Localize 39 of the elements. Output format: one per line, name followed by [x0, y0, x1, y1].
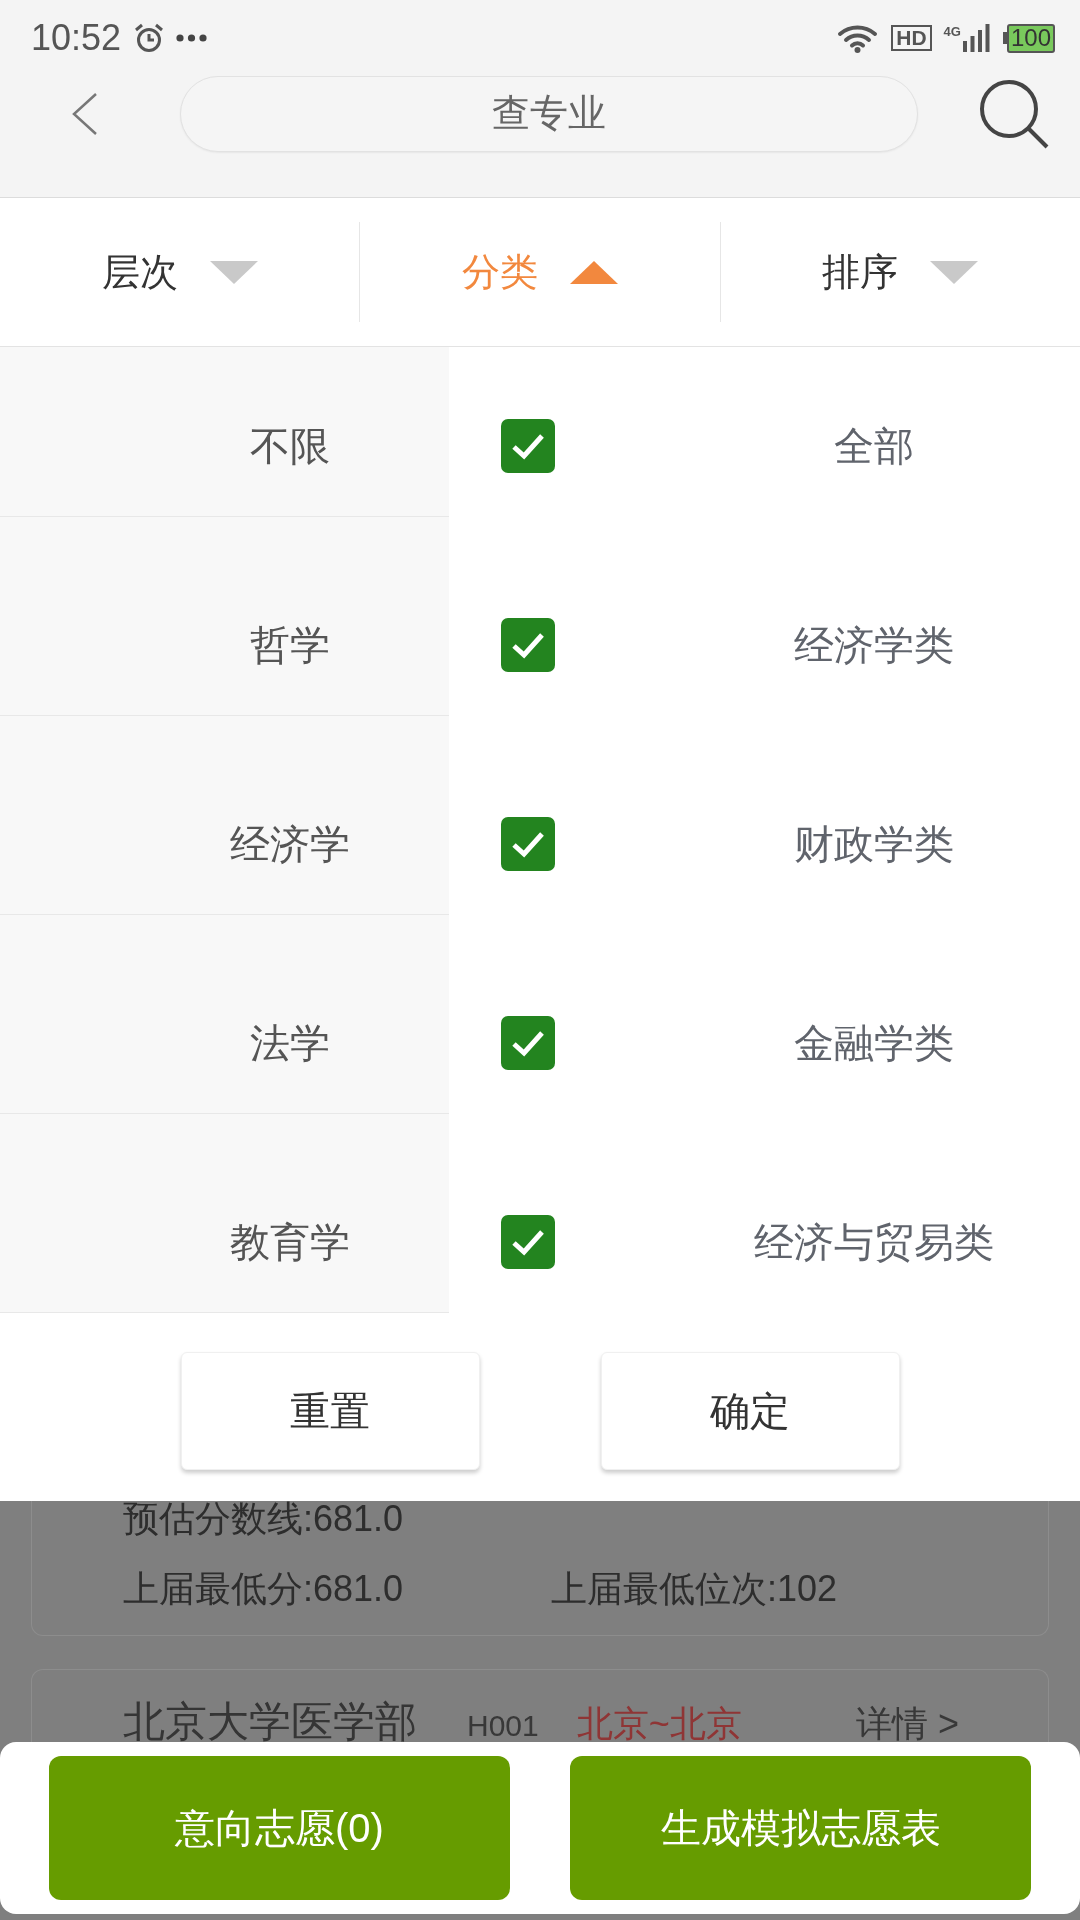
filter-tab[interactable]: 层次 — [101, 252, 258, 292]
signal-icon — [962, 24, 990, 52]
university-code: H001 — [467, 1711, 539, 1741]
triangle-down-icon — [209, 260, 258, 284]
last-min-rank: 上届最低位次:102 — [551, 1571, 838, 1607]
category-item[interactable]: 不限 — [0, 347, 449, 517]
category-item[interactable]: 经济学 — [0, 716, 449, 915]
subcategory-label: 金融学类 — [793, 1021, 954, 1065]
checkbox[interactable] — [501, 419, 555, 473]
filter-tab[interactable]: 排序 — [822, 252, 979, 292]
hd-badge: HD — [891, 25, 932, 51]
checkbox[interactable] — [501, 618, 555, 672]
filter-action-button[interactable]: 确定 — [600, 1352, 900, 1470]
location-label: 北京~北京 — [576, 1706, 742, 1742]
back-icon[interactable] — [72, 91, 98, 136]
more-dots-icon — [176, 34, 208, 42]
category-item[interactable]: 法学 — [0, 915, 449, 1114]
subcategory-label: 经济与贸易类 — [753, 1220, 994, 1264]
triangle-up-icon — [570, 260, 618, 284]
triangle-down-icon — [930, 260, 979, 284]
university-name: 北京大学医学部 — [123, 1701, 417, 1743]
network-type-label: 4G — [943, 24, 961, 38]
estimated-score-line: 预估分数线:681.0 — [123, 1501, 404, 1537]
subcategory-label: 经济学类 — [793, 623, 954, 667]
status-time: 10:52 — [31, 20, 122, 56]
subcategory-label: 财政学类 — [793, 822, 954, 866]
page-title: 查专业 — [180, 75, 918, 152]
battery-indicator: 100 — [1002, 23, 1055, 53]
category-item[interactable]: 教育学 — [0, 1114, 449, 1313]
last-min-score: 上届最低分:681.0 — [123, 1571, 405, 1607]
category-item[interactable]: 哲学 — [0, 517, 449, 716]
checkbox[interactable] — [501, 817, 555, 871]
checkbox[interactable] — [501, 1016, 555, 1070]
filter-action-button[interactable]: 重置 — [180, 1352, 480, 1470]
checkbox[interactable] — [501, 1215, 555, 1269]
search-icon[interactable] — [978, 78, 1049, 149]
subcategory-label: 全部 — [833, 424, 914, 468]
alarm-clock-icon — [134, 23, 165, 53]
wifi-icon — [837, 23, 879, 53]
